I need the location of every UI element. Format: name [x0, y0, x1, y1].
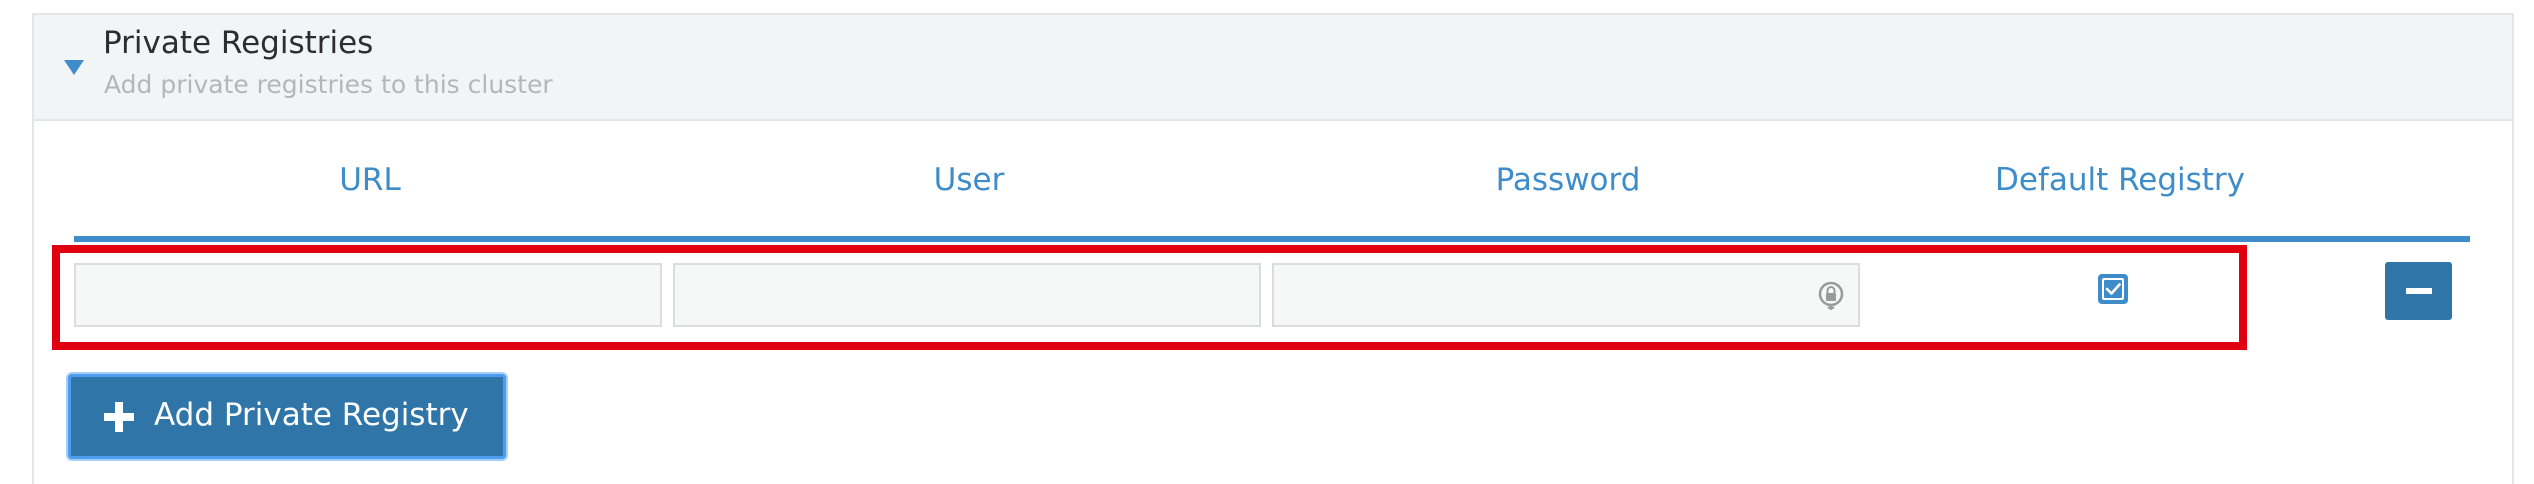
password-reveal-icon[interactable]: [1816, 280, 1846, 310]
panel-title: Private Registries: [103, 25, 374, 61]
checkmark-icon: [2102, 278, 2124, 300]
remove-registry-button[interactable]: [2385, 262, 2452, 320]
registry-url-input[interactable]: [74, 263, 662, 327]
minus-icon: [2406, 288, 2432, 294]
column-header-user: User: [933, 162, 1005, 198]
column-header-password: Password: [1495, 162, 1641, 198]
caret-down-icon[interactable]: [64, 60, 84, 75]
registry-password-input[interactable]: [1272, 263, 1860, 327]
column-header-default-registry: Default Registry: [1994, 162, 2246, 198]
panel-header[interactable]: Private Registries Add private registrie…: [34, 15, 2512, 121]
add-private-registry-label: Add Private Registry: [154, 397, 469, 433]
default-registry-checkbox[interactable]: [2098, 274, 2128, 304]
panel-subtitle: Add private registries to this cluster: [104, 70, 553, 99]
column-header-url: URL: [339, 162, 401, 198]
add-private-registry-button[interactable]: Add Private Registry: [68, 374, 506, 459]
registry-user-input[interactable]: [673, 263, 1261, 327]
plus-icon: [104, 402, 134, 432]
header-divider: [74, 236, 2470, 242]
